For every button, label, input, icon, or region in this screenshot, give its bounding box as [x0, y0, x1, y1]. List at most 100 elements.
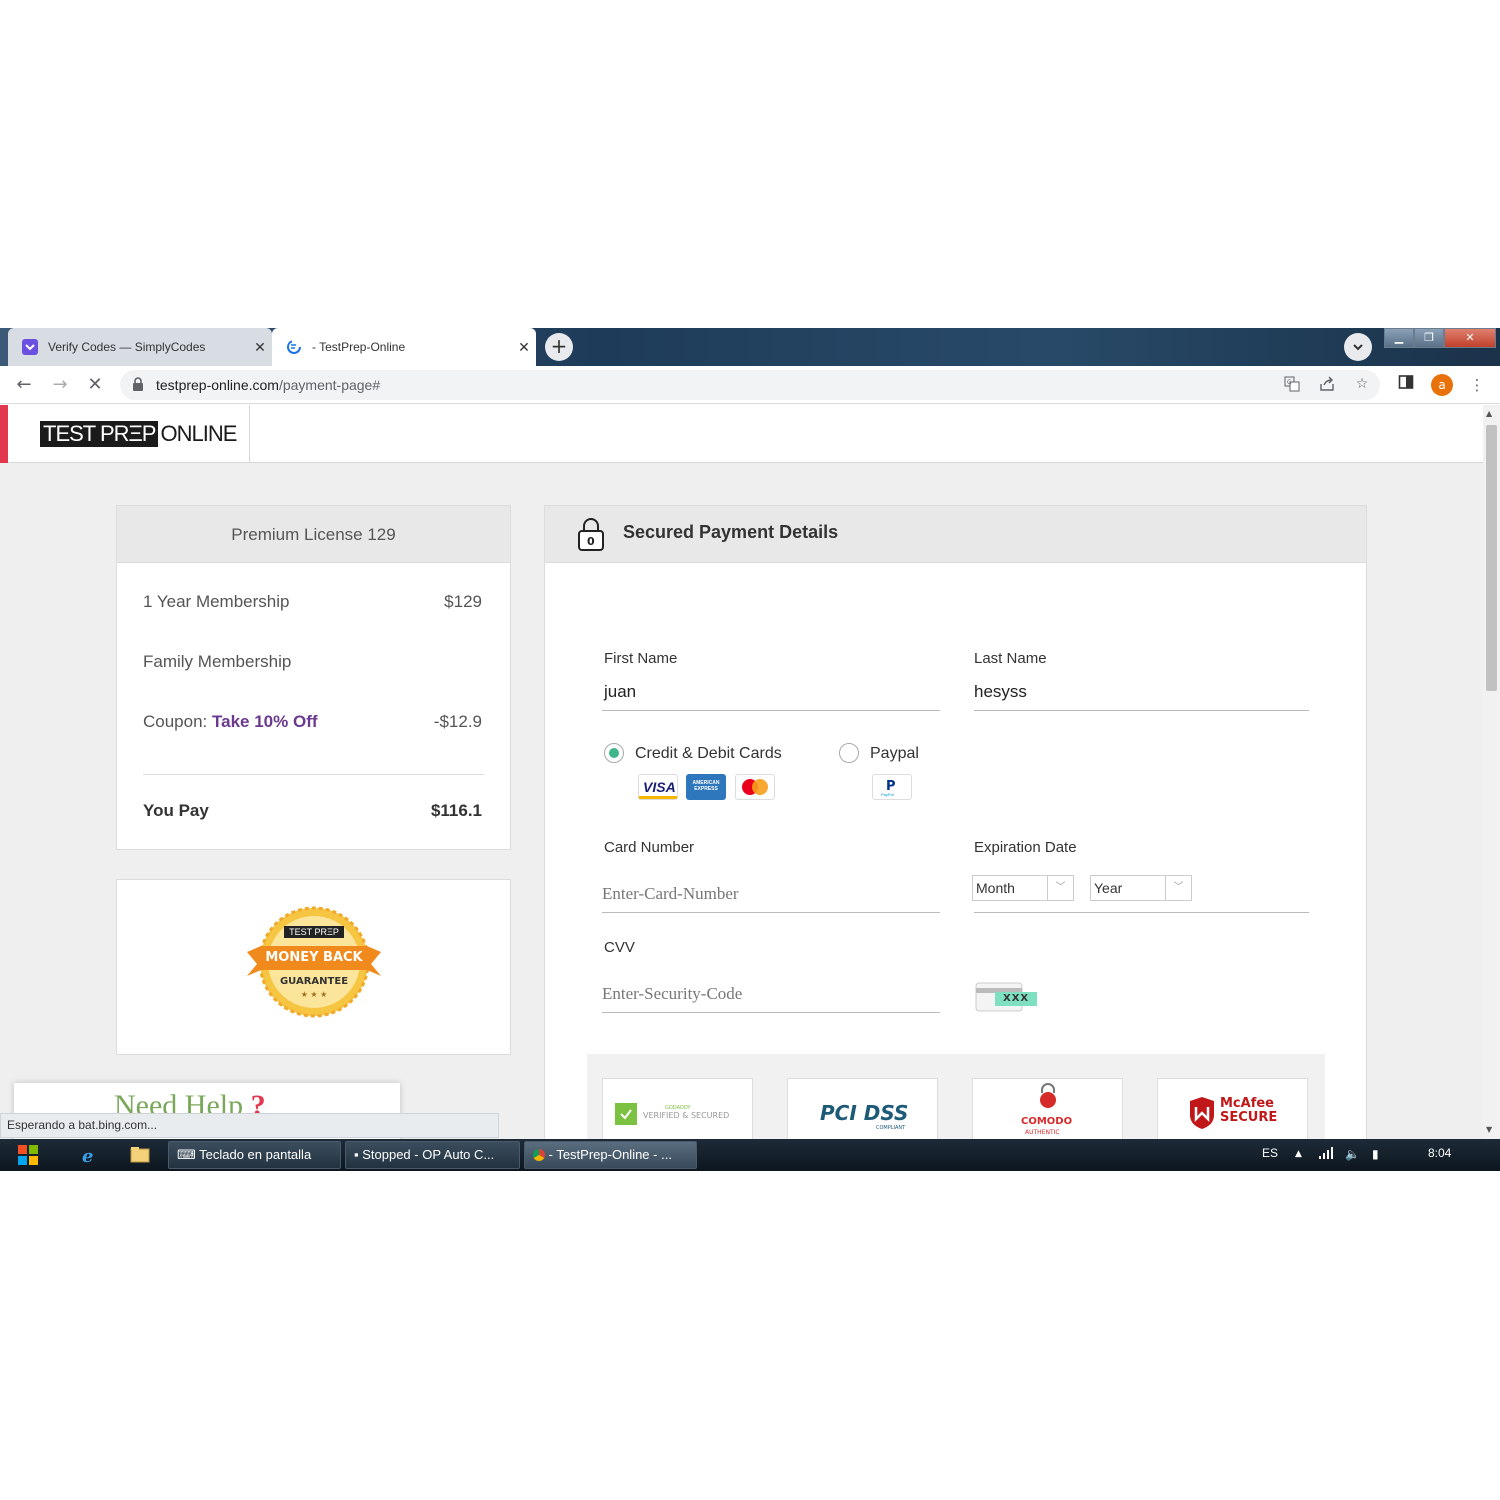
language-indicator[interactable]: ES: [1262, 1146, 1278, 1160]
tab-simplycodes[interactable]: Verify Codes — SimplyCodes ✕: [8, 328, 272, 366]
coupon-label: Coupon: Take 10% Off: [143, 712, 318, 732]
card-number-input[interactable]: Enter-Card-Number: [602, 884, 739, 904]
credit-card-radio[interactable]: [604, 743, 624, 763]
volume-icon[interactable]: 🔈: [1345, 1147, 1360, 1161]
verified-secured-text: VERIFIED & SECURED: [643, 1111, 730, 1120]
loading-icon: [286, 339, 302, 355]
shield-icon: [615, 1103, 637, 1125]
page-scrollbar[interactable]: ▲ ▼: [1483, 405, 1500, 1139]
tray-expand-icon[interactable]: ▲: [1295, 1149, 1302, 1159]
year-select[interactable]: Year ﹀: [1090, 875, 1192, 901]
chrome-icon: [533, 1149, 545, 1161]
pci-dss-badge: PCI DSS COMPLIANT: [787, 1078, 938, 1139]
menu-dots-icon[interactable]: ⋮: [1466, 374, 1488, 396]
expiration-underline: [974, 912, 1309, 913]
taskbar-item-keyboard[interactable]: ⌨ Teclado en pantalla: [168, 1141, 341, 1169]
tab-close-icon[interactable]: ✕: [512, 339, 536, 356]
windows-taskbar: e ⌨ Teclado en pantalla ▪ Stopped - OP A…: [0, 1139, 1500, 1171]
order-item-label: Family Membership: [143, 652, 292, 671]
payment-header: 0 Secured Payment Details: [545, 506, 1366, 563]
cvv-hint-icon: XXX: [975, 982, 1037, 1012]
month-select-value: Month: [976, 880, 1015, 896]
paypal-option-label[interactable]: Paypal: [870, 745, 919, 763]
cvv-underline: [602, 1012, 940, 1013]
new-tab-button[interactable]: +: [545, 333, 573, 361]
badge-brand: TEST PRΞP: [289, 927, 339, 937]
mcafee-text: McAfee SECURE: [1220, 1096, 1278, 1125]
side-panel-icon[interactable]: [1395, 374, 1417, 396]
taskbar-item-label: Teclado en pantalla: [199, 1147, 312, 1162]
order-divider: [143, 774, 484, 775]
tab-close-icon[interactable]: ✕: [248, 339, 272, 356]
cvv-input[interactable]: Enter-Security-Code: [602, 984, 742, 1004]
paypal-radio[interactable]: [839, 743, 859, 763]
internet-explorer-icon[interactable]: e: [80, 1145, 102, 1167]
badge-line1: MONEY BACK: [265, 950, 363, 965]
last-name-underline: [974, 710, 1309, 711]
total-label: You Pay: [143, 801, 209, 820]
url-text[interactable]: testprep-online.com/payment-page#: [156, 377, 380, 393]
site-header: TEST PRΞP ONLINE: [0, 405, 1483, 463]
url-host: testprep-online.com: [156, 377, 279, 393]
cvv-label: CVV: [604, 939, 635, 956]
clock[interactable]: 8:04: [1428, 1146, 1451, 1160]
keyboard-icon: ⌨: [177, 1147, 200, 1162]
month-select[interactable]: Month ﹀: [972, 875, 1074, 901]
pci-dss-text: PCI DSS: [820, 1101, 909, 1125]
badge-line2: GUARANTEE: [279, 976, 349, 987]
order-summary: Premium License 129 1 Year Membership $1…: [116, 505, 511, 850]
status-bar: Esperando a bat.bing.com...: [0, 1113, 499, 1138]
taskbar-item-op-auto[interactable]: ▪ Stopped - OP Auto C...: [345, 1141, 520, 1169]
profile-avatar[interactable]: a: [1431, 374, 1453, 396]
file-explorer-icon[interactable]: [130, 1145, 152, 1165]
last-name-input[interactable]: hesyss: [974, 682, 1027, 702]
app-icon: ▪: [354, 1147, 363, 1162]
tab-testprep[interactable]: - TestPrep-Online ✕: [272, 328, 536, 366]
minimize-button[interactable]: ▁: [1384, 328, 1414, 348]
browser-toolbar: ← → ✕ testprep-online.com/payment-page# …: [0, 366, 1500, 404]
signal-icon[interactable]: [1318, 1147, 1334, 1162]
scroll-thumb[interactable]: [1486, 425, 1497, 691]
windows-start-icon[interactable]: [6, 1141, 50, 1169]
coupon-value: Take 10% Off: [212, 712, 318, 731]
padlock-icon: 0: [577, 517, 605, 555]
card-number-underline: [602, 912, 940, 913]
tab-title: - TestPrep-Online: [312, 340, 406, 354]
restore-button[interactable]: ❐: [1414, 328, 1444, 348]
bookmark-star-icon[interactable]: ☆: [1352, 376, 1372, 394]
paypal-small-text: PayPal: [881, 792, 894, 797]
close-window-button[interactable]: ✕: [1444, 328, 1496, 348]
visa-icon: VISA: [638, 774, 678, 800]
window-controls: ▁ ❐ ✕: [1384, 328, 1496, 348]
mcafee-secure-badge: McAfee SECURE: [1157, 1078, 1308, 1139]
order-item-price: $129: [444, 592, 482, 611]
scroll-down-arrow[interactable]: ▼: [1486, 1125, 1492, 1134]
stop-loading-icon[interactable]: ✕: [83, 373, 107, 397]
paypal-icon: P PayPal: [872, 774, 912, 800]
chevron-down-icon: ﹀: [1165, 876, 1191, 900]
money-back-badge: TEST PRΞP MONEY BACK GUARANTEE ★ ★ ★: [247, 906, 381, 1022]
payment-title: Secured Payment Details: [623, 522, 839, 542]
taskbar-item-chrome[interactable]: - TestPrep-Online - ...: [524, 1141, 697, 1169]
testprep-logo[interactable]: TEST PRΞP ONLINE: [40, 421, 237, 447]
taskbar-item-label: - TestPrep-Online - ...: [548, 1147, 672, 1162]
lock-icon[interactable]: [132, 377, 144, 391]
page-viewport: TEST PRΞP ONLINE Premium License 129 1 Ye…: [0, 405, 1483, 1139]
tab-search-button[interactable]: [1344, 333, 1372, 361]
coupon-row: Coupon: Take 10% Off -$12.9: [143, 712, 482, 732]
translate-icon[interactable]: G: [1282, 376, 1302, 394]
back-arrow-icon[interactable]: ←: [12, 373, 36, 397]
share-icon[interactable]: [1317, 376, 1337, 394]
scroll-up-arrow[interactable]: ▲: [1486, 409, 1492, 418]
comodo-badge: COMODO AUTHENTIC: [972, 1078, 1123, 1139]
badge-stars: ★ ★ ★: [300, 990, 328, 999]
trust-badges: GODADDY VERIFIED & SECURED PCI DSS COMPL…: [587, 1054, 1325, 1139]
first-name-input[interactable]: juan: [604, 682, 636, 702]
godaddy-verified-badge: GODADDY VERIFIED & SECURED: [602, 1078, 753, 1139]
power-icon[interactable]: ▮: [1372, 1147, 1379, 1161]
forward-arrow-icon[interactable]: →: [48, 373, 72, 397]
visa-text: VISA: [643, 779, 676, 795]
credit-card-option-label[interactable]: Credit & Debit Cards: [635, 745, 782, 763]
address-bar[interactable]: testprep-online.com/payment-page# G ☆: [120, 370, 1380, 400]
cvv-hint-text: XXX: [1003, 993, 1030, 1004]
